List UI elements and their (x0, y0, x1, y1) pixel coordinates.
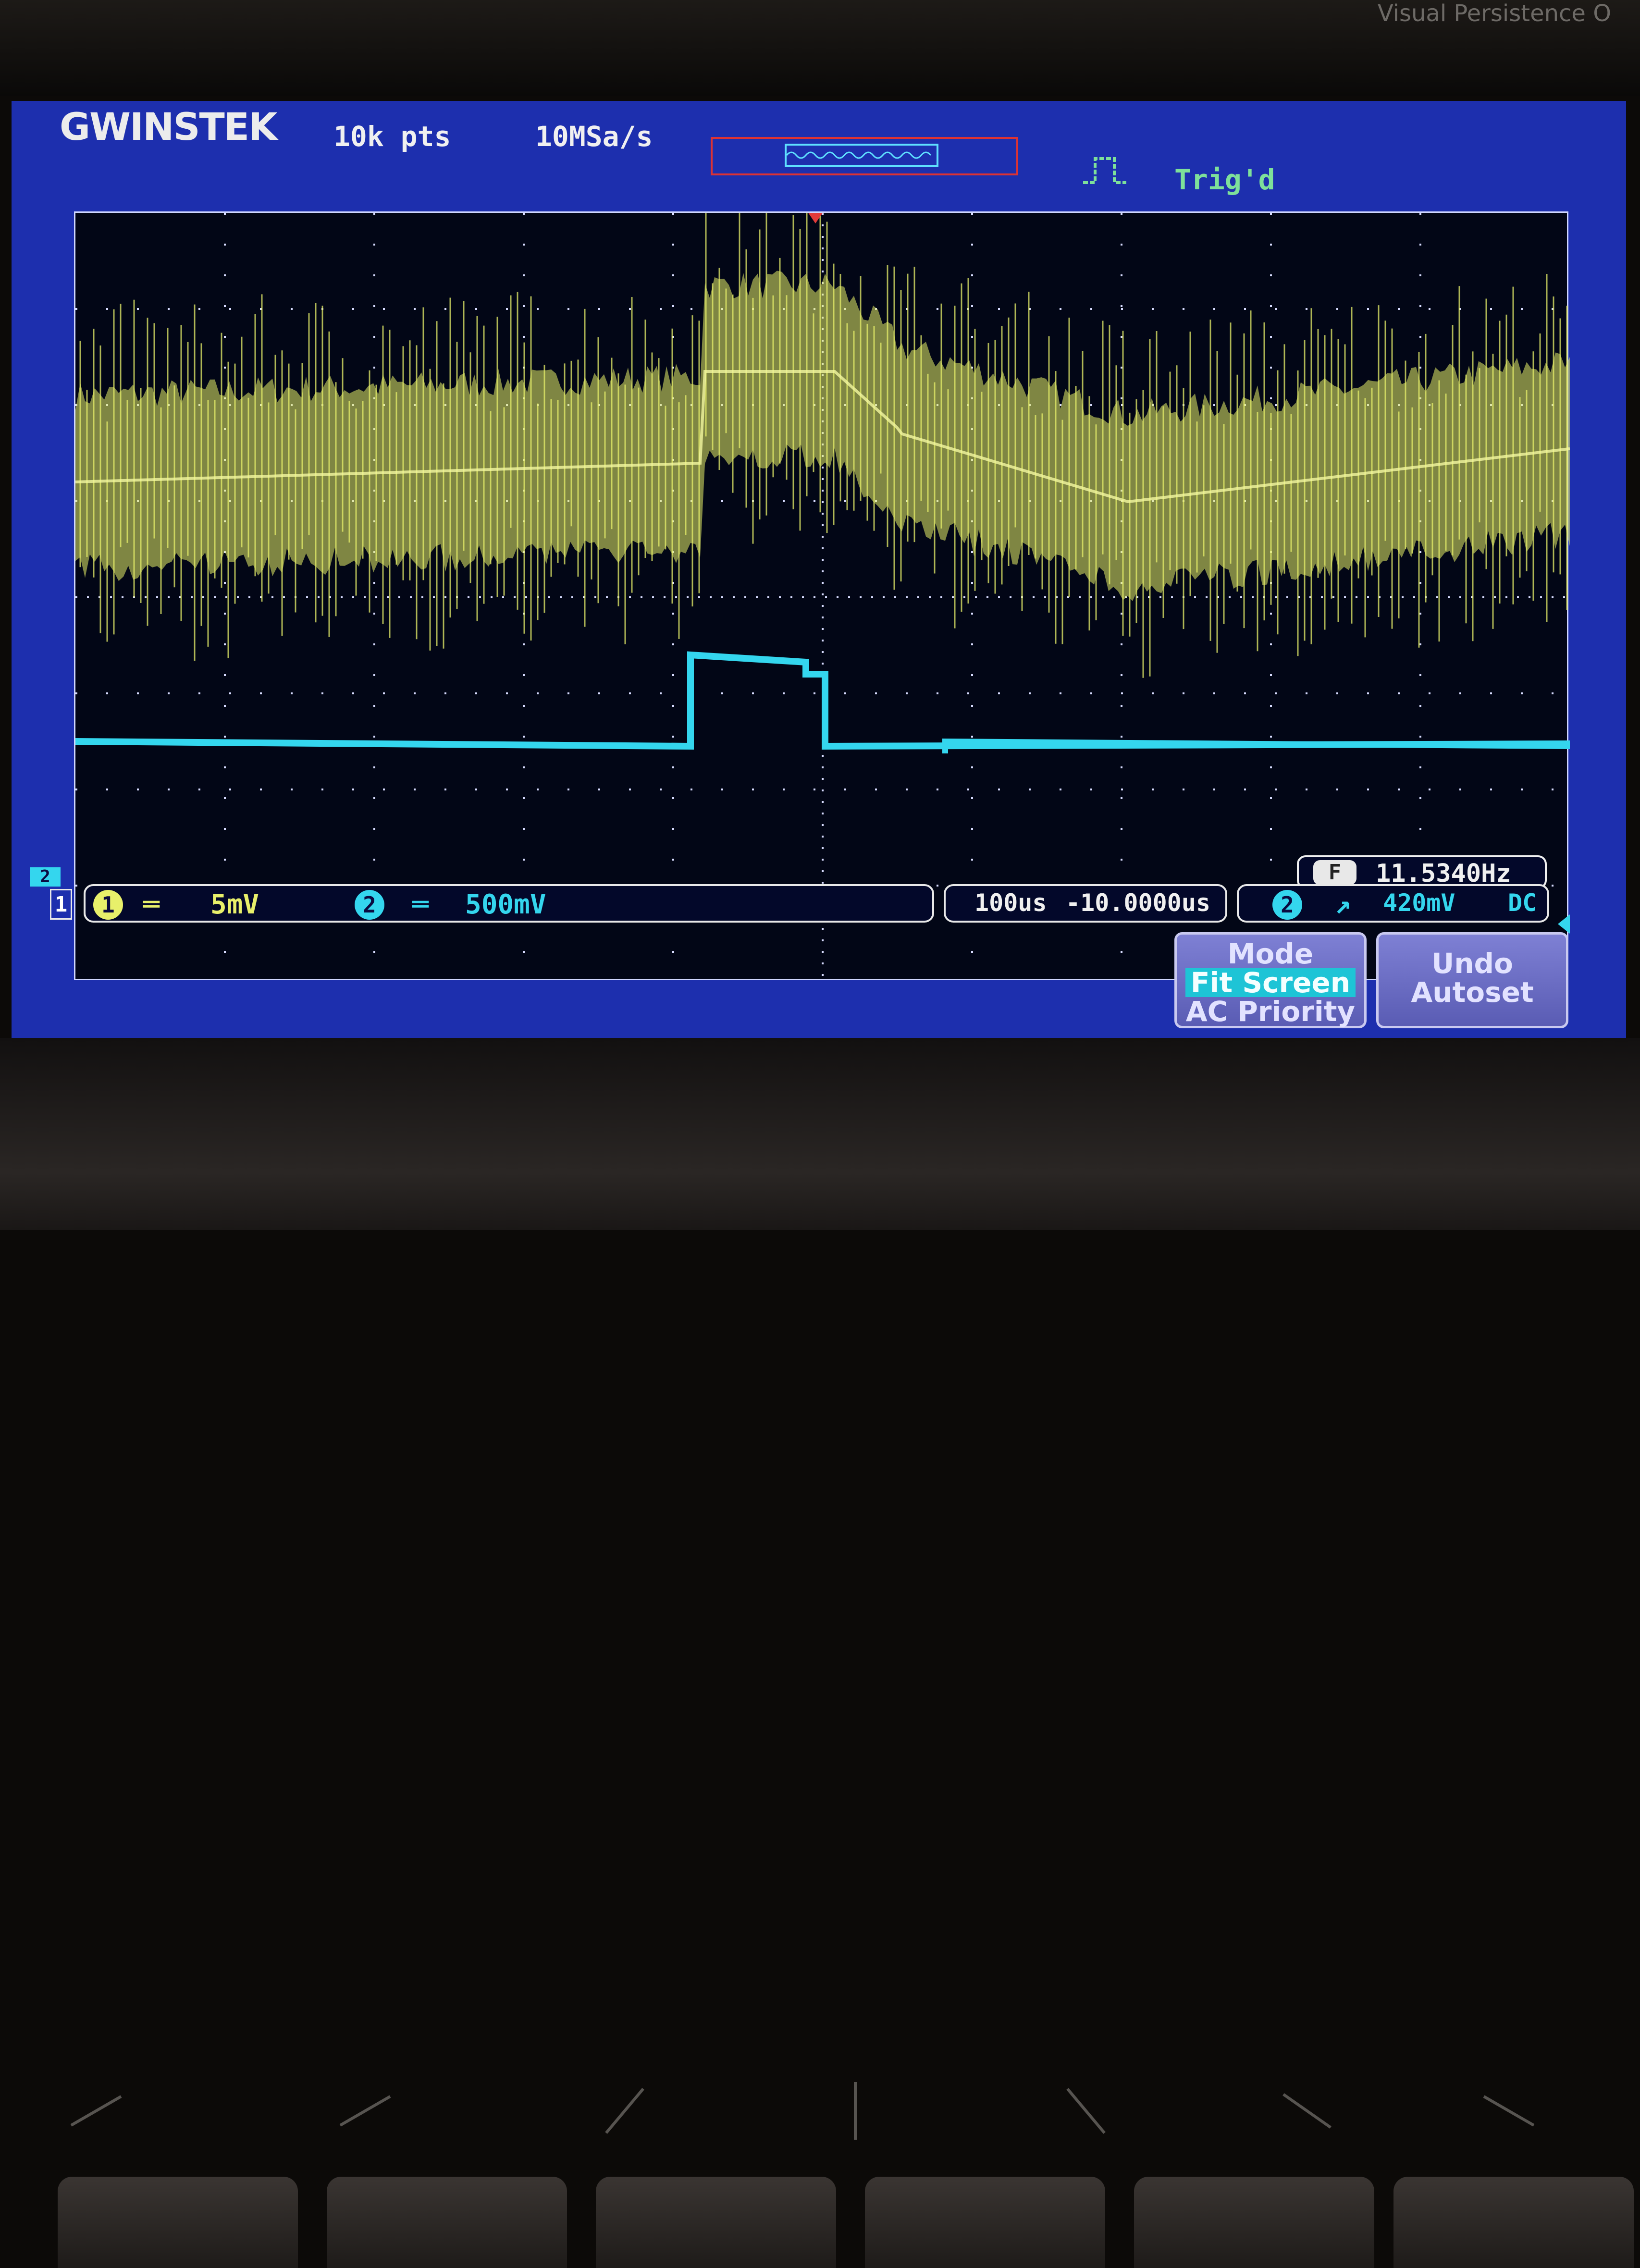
ch1-coupling-icon: ═ (143, 889, 160, 920)
bezel-mark (1066, 2088, 1106, 2134)
mode-menu-button[interactable]: Mode Fit Screen AC Priority (1174, 932, 1367, 1028)
frequency-value: 11.5340Hz (1376, 859, 1511, 888)
ch2-coupling-icon: ═ (412, 889, 429, 920)
ch2-scale: 500mV (465, 889, 546, 920)
trigger-coupling: DC (1508, 889, 1537, 917)
memory-position-bar (711, 137, 1018, 175)
softkey-1[interactable] (58, 2177, 298, 2268)
mode-option-ac-priority[interactable]: AC Priority (1177, 997, 1364, 1026)
trigger-pulse-icon (1081, 154, 1129, 189)
bezel-mark (605, 2088, 644, 2134)
brand-logo: GWINSTEK (60, 106, 277, 149)
timebase-panel: 100us -10.0000us (944, 884, 1227, 923)
status-row: 1 ═ 5mV 2 ═ 500mV 100us -10.0000us 2 ↗ 4… (40, 884, 1597, 927)
channel-settings-panel: 1 ═ 5mV 2 ═ 500mV (84, 884, 934, 923)
bezel-mark (339, 2095, 391, 2127)
softkey-3[interactable] (596, 2177, 836, 2268)
undo-label: Undo (1431, 947, 1513, 980)
memory-waveform-icon (786, 151, 932, 159)
softkey-2[interactable] (327, 2177, 567, 2268)
rising-edge-icon: ↗ (1335, 889, 1351, 920)
undo-autoset-button[interactable]: Undo Autoset (1376, 932, 1568, 1028)
trigger-level: 420mV (1383, 889, 1455, 917)
bezel-mark (70, 2095, 122, 2127)
ch2-badge: 2 (355, 890, 384, 920)
mode-title: Mode (1227, 937, 1314, 970)
timebase-scale: 100us (974, 889, 1047, 917)
ch2-left-marker: 2 (30, 867, 61, 887)
ch1-scale: 5mV (210, 889, 259, 920)
autoset-label: Autoset (1411, 976, 1534, 1009)
oscilloscope-bezel-top: Visual Persistence O (0, 0, 1640, 96)
sample-rate: 10MSa/s (535, 120, 653, 153)
mode-option-fit-screen[interactable]: Fit Screen (1185, 968, 1356, 997)
bezel-mark (854, 2082, 857, 2140)
memory-view-window (785, 144, 938, 167)
softkey-5[interactable] (1134, 2177, 1374, 2268)
oscilloscope-bezel-bottom (0, 1038, 1640, 2268)
timebase-position: -10.0000us (1066, 889, 1211, 917)
softkey-6[interactable] (1393, 2177, 1634, 2268)
trigger-status: Trig'd (1174, 163, 1275, 196)
bezel-mark (1282, 2093, 1332, 2129)
bezel-label: Visual Persistence O (1377, 0, 1611, 27)
bezel-mark (1483, 2095, 1535, 2127)
ch1-badge: 1 (93, 890, 123, 920)
trigger-panel: 2 ↗ 420mV DC (1237, 884, 1549, 923)
trigger-source-badge: 2 (1272, 890, 1302, 920)
header-bar: GWINSTEK 10k pts 10MSa/s Trig'd (12, 101, 1626, 196)
frequency-label: F (1313, 860, 1356, 885)
record-length: 10k pts (333, 120, 451, 153)
softkey-4[interactable] (865, 2177, 1105, 2268)
oscilloscope-screen: GWINSTEK 10k pts 10MSa/s Trig'd 2 1 F 11… (12, 101, 1626, 1043)
ch2-trace (75, 651, 1570, 750)
